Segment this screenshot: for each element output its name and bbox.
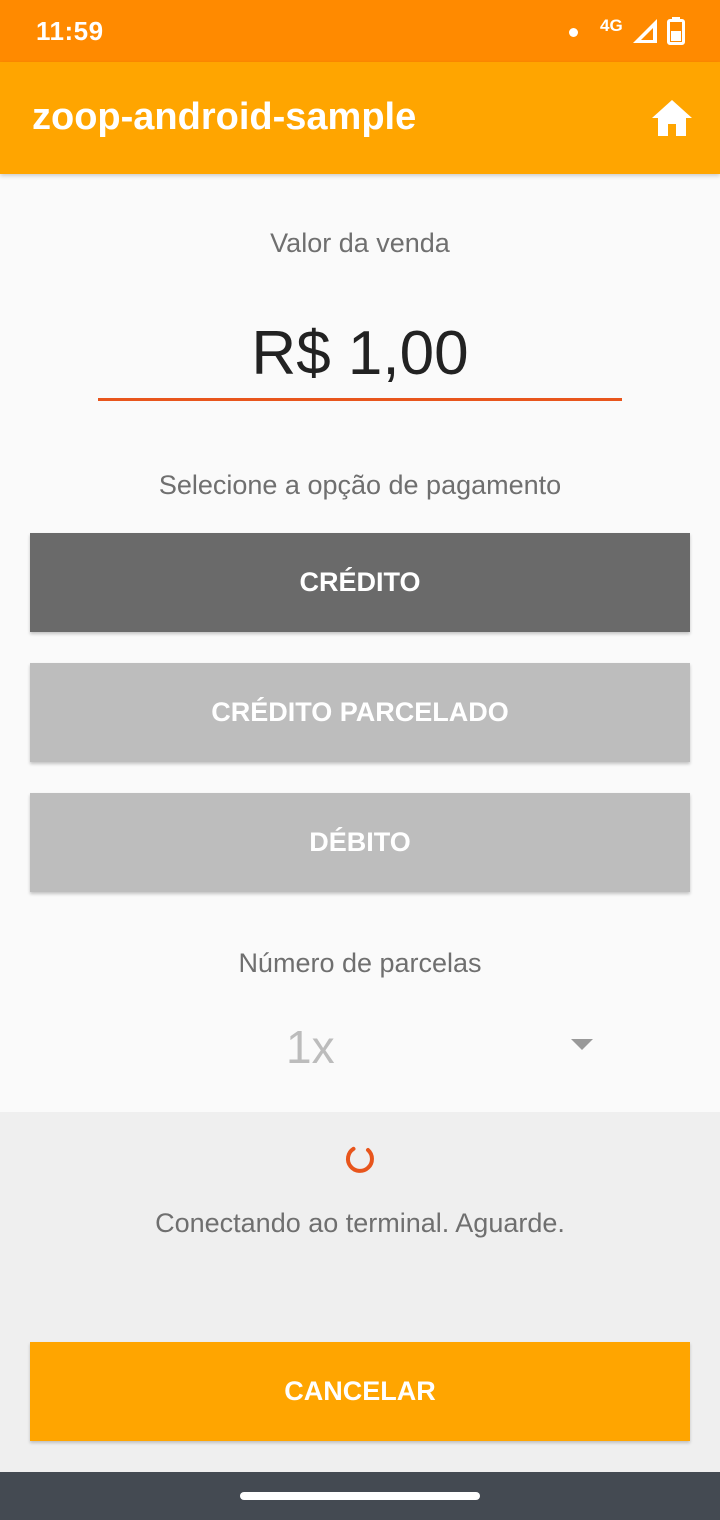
gesture-handle[interactable] — [240, 1492, 480, 1500]
installments-label: Número de parcelas — [238, 948, 482, 978]
payment-option-label: Selecione a opção de pagamento — [158, 470, 562, 500]
battery-icon — [667, 17, 685, 45]
connection-status-message: Conectando ao terminal. Aguarde. — [155, 1208, 565, 1238]
app-bar: zoop-android-sample — [0, 62, 720, 174]
notification-dot-icon — [569, 28, 578, 37]
dropdown-arrow-icon — [571, 1039, 593, 1050]
signal-icon — [633, 19, 657, 43]
sale-value-label: Valor da venda — [270, 228, 450, 258]
network-type: 4G — [600, 16, 623, 35]
credit-button[interactable]: CRÉDITO — [30, 533, 690, 632]
status-bar: 11:59 4G — [0, 0, 720, 62]
connection-panel: Conectando ao terminal. Aguarde. CANCELA… — [0, 1112, 720, 1472]
cancel-button-label: CANCELAR — [284, 1376, 436, 1406]
installment-credit-button[interactable]: CRÉDITO PARCELADO — [30, 663, 690, 762]
installments-value: 1x — [286, 1021, 335, 1073]
home-icon[interactable] — [650, 98, 694, 138]
credit-button-label: CRÉDITO — [299, 567, 421, 597]
debit-button[interactable]: DÉBITO — [30, 793, 690, 892]
app-title: zoop-android-sample — [32, 96, 417, 138]
loading-spinner-icon — [345, 1146, 374, 1173]
cancel-button[interactable]: CANCELAR — [30, 1342, 690, 1441]
status-time: 11:59 — [36, 16, 104, 46]
installments-select[interactable]: 1x — [120, 1012, 600, 1082]
debit-button-label: DÉBITO — [309, 827, 411, 857]
installment-credit-button-label: CRÉDITO PARCELADO — [211, 697, 509, 727]
amount-input[interactable]: R$ 1,00 — [98, 318, 622, 401]
navigation-bar — [0, 1472, 720, 1520]
